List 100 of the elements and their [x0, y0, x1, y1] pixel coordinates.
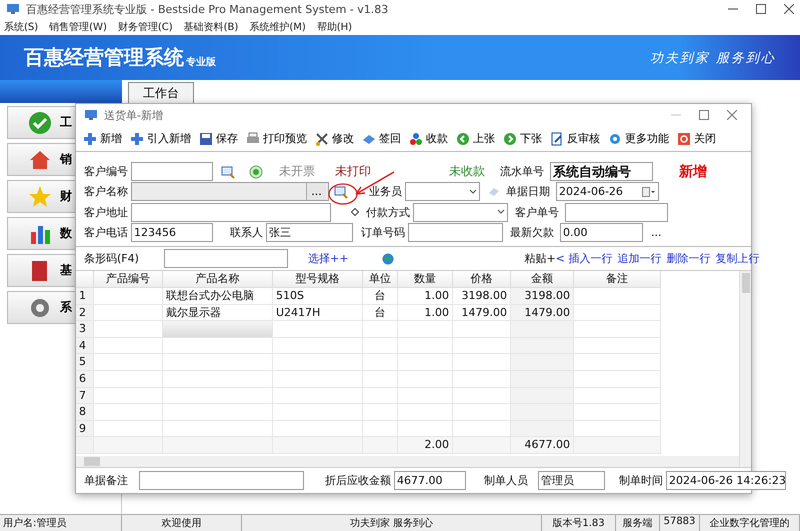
input-field[interactable]	[565, 202, 668, 222]
table-cell: 1479.00	[511, 304, 574, 322]
field-label: 制单人员	[484, 473, 529, 488]
input-field[interactable]: 张三	[266, 222, 353, 242]
browse-button[interactable]: ...	[306, 183, 326, 200]
input-field[interactable]: ...	[131, 182, 329, 202]
status-text: 版本号1.83	[542, 515, 616, 531]
search-icon	[221, 164, 235, 179]
table-cell	[94, 304, 163, 322]
toolbar-button[interactable]: 打印预览	[245, 131, 308, 146]
row-action-link[interactable]: 追加一行	[617, 251, 662, 266]
close-icon[interactable]	[784, 4, 794, 14]
select-field[interactable]	[405, 182, 480, 202]
table-cell	[398, 354, 453, 371]
table-cell	[363, 404, 398, 421]
payment-status: 未收款	[449, 163, 485, 180]
column-header: 产品编号	[94, 271, 163, 288]
maximize-icon[interactable]	[756, 4, 766, 14]
input-field[interactable]: 4677.00	[394, 471, 466, 490]
select-field[interactable]	[413, 202, 508, 222]
column-header: 备注	[574, 271, 661, 288]
total-cell: 2.00	[398, 437, 453, 454]
toolbar-button[interactable]: 引入新增	[129, 131, 192, 146]
menu-item[interactable]: 帮助(H)	[316, 20, 352, 34]
table-cell	[511, 388, 574, 404]
maximize-icon[interactable]	[699, 110, 709, 120]
toolbar-button[interactable]: 上张	[455, 131, 496, 146]
close-icon	[677, 132, 691, 146]
menu-item[interactable]: 基础资料(B)	[184, 20, 238, 34]
scrollbar[interactable]	[76, 456, 739, 467]
menu-item[interactable]: 销售管理(W)	[49, 20, 107, 34]
table-cell	[94, 354, 163, 371]
field-label: 折后应收金额	[324, 473, 392, 488]
table-cell	[398, 321, 453, 338]
monitor-icon	[84, 108, 98, 122]
scrollbar[interactable]	[739, 271, 751, 467]
table-cell	[363, 354, 398, 371]
table-cell	[94, 288, 163, 305]
star-icon	[28, 184, 52, 208]
input-field[interactable]: 123456	[131, 222, 213, 242]
toolbar-button[interactable]: 收款	[408, 131, 449, 146]
dropdown-icon	[497, 209, 505, 216]
toolbar-button[interactable]: 保存	[198, 131, 239, 146]
toolbar-button[interactable]: 签回	[361, 131, 402, 146]
toolbar-button[interactable]: 更多功能	[607, 131, 670, 146]
toolbar-button[interactable]: 反审核	[549, 131, 601, 146]
calendar-icon[interactable]	[642, 186, 656, 197]
input-field[interactable]	[131, 162, 213, 182]
barcode-field[interactable]	[164, 249, 288, 268]
close-icon[interactable]	[727, 110, 737, 120]
row-header	[76, 271, 94, 288]
column-header: 单位	[363, 271, 398, 288]
input-field[interactable]: 2024-06-26 14:26:23	[666, 471, 786, 490]
table-cell	[511, 338, 574, 354]
input-field[interactable]	[139, 471, 304, 490]
table-cell: 台	[363, 288, 398, 305]
input-field[interactable]: 0.00	[560, 222, 643, 242]
field-label: 订单号码	[360, 224, 406, 240]
row-number: 2	[76, 304, 94, 322]
status-text: 欢迎使用	[122, 515, 242, 531]
table-cell	[398, 404, 453, 421]
row-action-link[interactable]: < 插入一行	[556, 251, 612, 266]
row-action-link[interactable]: 删除一行	[666, 251, 710, 266]
table-cell: 510S	[273, 288, 363, 305]
check-icon	[28, 110, 52, 134]
field-label: 最新欠款	[510, 224, 555, 240]
globe-icon	[382, 252, 394, 264]
toolbar-button[interactable]: 关闭	[676, 131, 717, 146]
more-button[interactable]: ...	[651, 226, 662, 239]
monitor-icon	[6, 2, 20, 16]
table-cell: U2417H	[273, 304, 363, 322]
table-cell	[511, 404, 574, 421]
menu-item[interactable]: 系统维护(M)	[249, 20, 306, 34]
diamond-icon	[351, 208, 359, 216]
paste-button[interactable]: 粘贴+	[524, 251, 556, 266]
input-field[interactable]	[408, 222, 503, 242]
mode-label: 新增	[679, 162, 707, 181]
tab[interactable]: 工作台	[128, 82, 194, 103]
plus-icon	[130, 132, 144, 146]
table-cell: 台	[363, 304, 398, 322]
menu-item[interactable]: 财务管理(C)	[118, 20, 173, 34]
input-field[interactable]: 系统自动编号	[550, 162, 653, 182]
table-cell	[398, 338, 453, 354]
date-field[interactable]: 2024-06-26	[556, 182, 659, 202]
table-cell	[511, 370, 574, 388]
column-header: 产品名称	[163, 271, 273, 288]
row-number: 8	[76, 404, 94, 421]
menu-item[interactable]: 系统(S)	[4, 20, 38, 34]
field-label: 单据备注	[84, 473, 129, 488]
table-cell	[94, 388, 163, 404]
select-link[interactable]: 选择++	[308, 251, 348, 266]
toolbar-button[interactable]: 下张	[502, 131, 543, 146]
table-cell	[398, 388, 453, 404]
toolbar-button[interactable]: 修改	[314, 131, 355, 146]
input-field[interactable]	[131, 202, 331, 222]
row-action-link[interactable]: 复制上行	[715, 251, 760, 266]
invoice-status: 未开票	[279, 163, 315, 180]
input-field[interactable]: 管理员	[538, 471, 605, 490]
field-label: 客户单号	[515, 204, 560, 220]
table-cell	[94, 437, 163, 454]
